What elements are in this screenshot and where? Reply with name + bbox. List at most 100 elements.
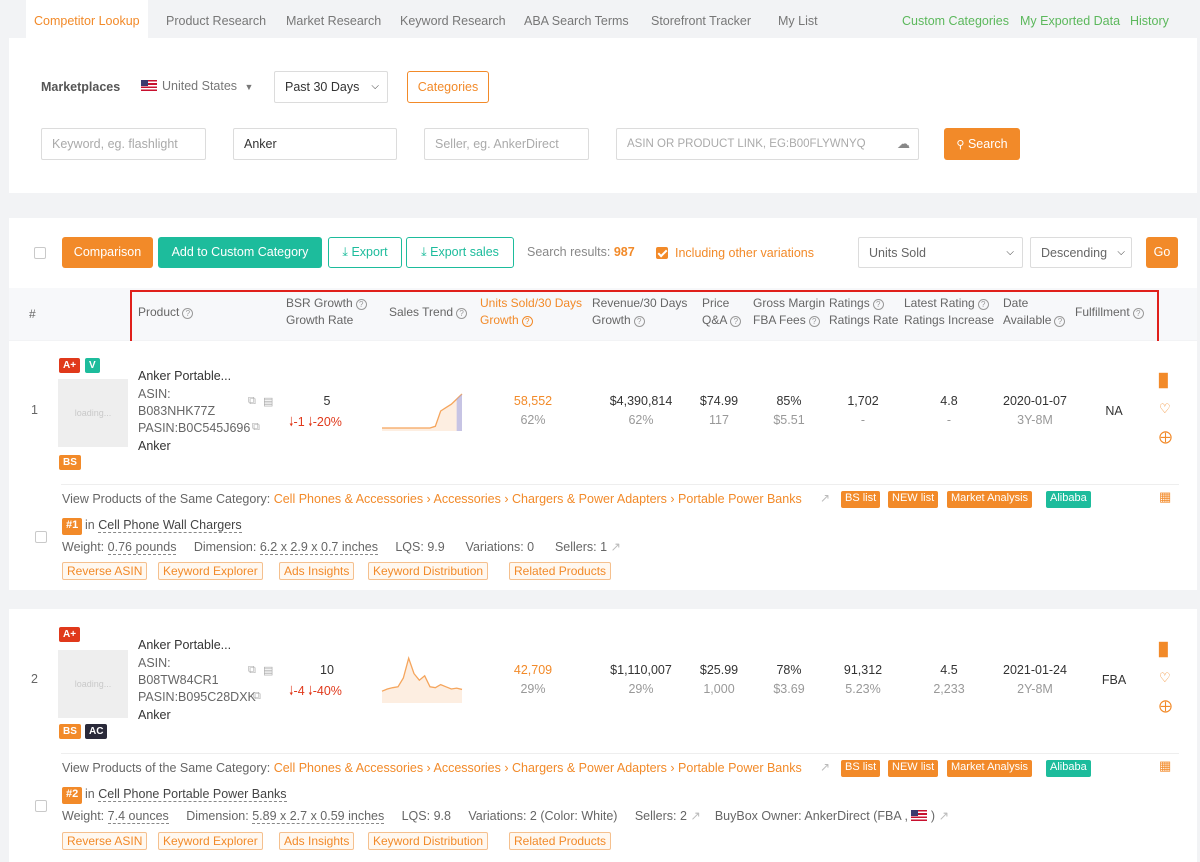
keyword-explorer-button[interactable]: Keyword Explorer	[158, 832, 263, 850]
help-icon: ?	[808, 316, 820, 327]
copy-icon[interactable]: ⧉	[248, 395, 256, 408]
alibaba-tag[interactable]: Alibaba	[1046, 760, 1091, 777]
reverse-asin-button[interactable]: Reverse ASIN	[62, 562, 148, 580]
export-button[interactable]: ⤓ Export	[328, 237, 402, 268]
related-products-button[interactable]: Related Products	[509, 562, 612, 580]
tab-my-list[interactable]: My List	[778, 0, 818, 38]
rank-category[interactable]: Cell Phone Portable Power Banks	[98, 787, 287, 802]
calendar-icon[interactable]: ▦	[1159, 758, 1171, 774]
keyword-distribution-button[interactable]: Keyword Distribution	[368, 562, 489, 580]
comparison-button[interactable]: Comparison	[62, 237, 153, 268]
related-products-button[interactable]: Related Products	[509, 832, 612, 850]
message-icon[interactable]: ▤	[263, 395, 273, 408]
col-ratings[interactable]: Ratings? Ratings Rate	[829, 295, 898, 329]
bs-list-tag[interactable]: BS list	[841, 491, 881, 508]
reverse-asin-button[interactable]: Reverse ASIN	[62, 832, 148, 850]
row-checkbox[interactable]	[35, 800, 47, 812]
tab-product-research[interactable]: Product Research	[166, 0, 266, 38]
row-checkbox[interactable]	[35, 531, 47, 543]
ads-insights-button[interactable]: Ads Insights	[279, 832, 355, 850]
tab-storefront-tracker[interactable]: Storefront Tracker	[651, 0, 751, 38]
product-title[interactable]: Anker Portable...	[138, 369, 231, 383]
period-select[interactable]: Past 30 Days ⌵	[274, 71, 388, 103]
life-ring-icon[interactable]: ⨁	[1159, 429, 1172, 445]
col-price[interactable]: Price Q&A?	[702, 295, 742, 329]
category-path[interactable]: Cell Phones & Accessories › Accessories …	[274, 761, 802, 775]
keyword-distribution-button[interactable]: Keyword Distribution	[368, 832, 489, 850]
brand-name[interactable]: Anker	[138, 439, 171, 453]
ads-insights-button[interactable]: Ads Insights	[279, 562, 355, 580]
sales-trend-chart[interactable]	[381, 653, 463, 703]
external-link-icon[interactable]: ↗	[820, 760, 830, 774]
product-title[interactable]: Anker Portable...	[138, 638, 231, 652]
pasin-value[interactable]: PASIN:B095C28DXK	[138, 690, 256, 704]
col-latest-rating[interactable]: Latest Rating? Ratings Increase	[904, 295, 994, 329]
category-path[interactable]: Cell Phones & Accessories › Accessories …	[274, 492, 802, 506]
product-image[interactable]: loading...	[58, 379, 128, 447]
col-gross-margin[interactable]: Gross Margin FBA Fees?	[753, 295, 825, 329]
export-sales-button[interactable]: ⤓ Export sales	[406, 237, 514, 268]
external-link-icon[interactable]: ↗	[820, 491, 830, 505]
sort-field-select[interactable]: Units Sold ⌵	[858, 237, 1023, 268]
fba-fees: $5.51	[773, 413, 805, 427]
col-revenue[interactable]: Revenue/30 Days Growth?	[592, 295, 687, 329]
sales-trend-chart[interactable]	[381, 391, 463, 431]
tab-aba-search-terms[interactable]: ABA Search Terms	[524, 0, 629, 38]
new-list-tag[interactable]: NEW list	[888, 491, 939, 508]
alibaba-tag[interactable]: Alibaba	[1046, 491, 1091, 508]
market-analysis-tag[interactable]: Market Analysis	[947, 760, 1033, 777]
weight-label: Weight:	[62, 540, 105, 554]
dimension-label: Dimension:	[193, 540, 257, 554]
include-variations-checkbox[interactable]	[656, 247, 668, 259]
col-fulfillment[interactable]: Fulfillment?	[1075, 304, 1144, 321]
seller-input[interactable]: Seller, eg. AnkerDirect	[424, 128, 589, 160]
upload-cloud-icon[interactable]: ☁	[897, 129, 910, 159]
heart-icon[interactable]: ♡	[1159, 401, 1171, 417]
sort-order-select[interactable]: Descending ⌵	[1030, 237, 1132, 268]
tab-competitor-lookup[interactable]: Competitor Lookup	[26, 0, 148, 38]
asin-value[interactable]: B083NHK77Z	[138, 404, 215, 418]
categories-button[interactable]: Categories	[407, 71, 489, 103]
country-select[interactable]: United States ▼	[141, 79, 253, 93]
history-link[interactable]: History	[1130, 0, 1169, 42]
col-product[interactable]: Product?	[138, 304, 194, 321]
asin-input[interactable]: ASIN OR PRODUCT LINK, EG:B00FLYWNYQ ☁	[616, 128, 919, 160]
col-sales-trend[interactable]: Sales Trend?	[389, 304, 468, 321]
new-list-tag[interactable]: NEW list	[888, 760, 939, 777]
brand-name[interactable]: Anker	[138, 708, 171, 722]
keyword-input[interactable]: Keyword, eg. flashlight	[41, 128, 206, 160]
bsr-value: 5	[323, 394, 331, 408]
life-ring-icon[interactable]: ⨁	[1159, 698, 1172, 714]
copy-icon[interactable]: ⧉	[248, 664, 256, 677]
add-custom-category-button[interactable]: Add to Custom Category	[158, 237, 322, 268]
market-analysis-tag[interactable]: Market Analysis	[947, 491, 1033, 508]
include-variations-label[interactable]: Including other variations	[675, 246, 814, 260]
col-date[interactable]: Date Available?	[1003, 295, 1066, 329]
external-link-icon[interactable]: ↗	[939, 809, 949, 823]
col-bsr[interactable]: BSR Growth? Growth Rate	[286, 295, 367, 329]
search-button[interactable]: ⚲ Search	[944, 128, 1020, 160]
select-all-checkbox[interactable]	[34, 247, 46, 259]
product-image[interactable]: loading...	[58, 650, 128, 718]
asin-value[interactable]: B08TW84CR1	[138, 673, 219, 687]
col-units-sold[interactable]: Units Sold/30 Days Growth?	[480, 295, 582, 329]
bar-chart-icon[interactable]: ▉	[1159, 373, 1169, 389]
keyword-explorer-button[interactable]: Keyword Explorer	[158, 562, 263, 580]
pasin-value[interactable]: PASIN:B0C545J696	[138, 421, 250, 435]
external-link-icon[interactable]: ↗	[611, 540, 621, 554]
external-link-icon[interactable]: ↗	[690, 809, 700, 823]
heart-icon[interactable]: ♡	[1159, 670, 1171, 686]
bar-chart-icon[interactable]: ▉	[1159, 642, 1169, 658]
rank-category[interactable]: Cell Phone Wall Chargers	[98, 518, 242, 533]
tab-keyword-research[interactable]: Keyword Research	[400, 0, 506, 38]
custom-categories-link[interactable]: Custom Categories	[902, 0, 1009, 42]
calendar-icon[interactable]: ▦	[1159, 489, 1171, 505]
brand-input[interactable]: Anker	[233, 128, 397, 160]
tab-market-research[interactable]: Market Research	[286, 0, 381, 38]
copy-icon[interactable]: ⧉	[252, 421, 260, 434]
go-button[interactable]: Go	[1146, 237, 1178, 268]
message-icon[interactable]: ▤	[263, 664, 273, 677]
my-exported-data-link[interactable]: My Exported Data	[1020, 0, 1120, 42]
bs-list-tag[interactable]: BS list	[841, 760, 881, 777]
copy-icon[interactable]: ⧉	[253, 690, 261, 703]
